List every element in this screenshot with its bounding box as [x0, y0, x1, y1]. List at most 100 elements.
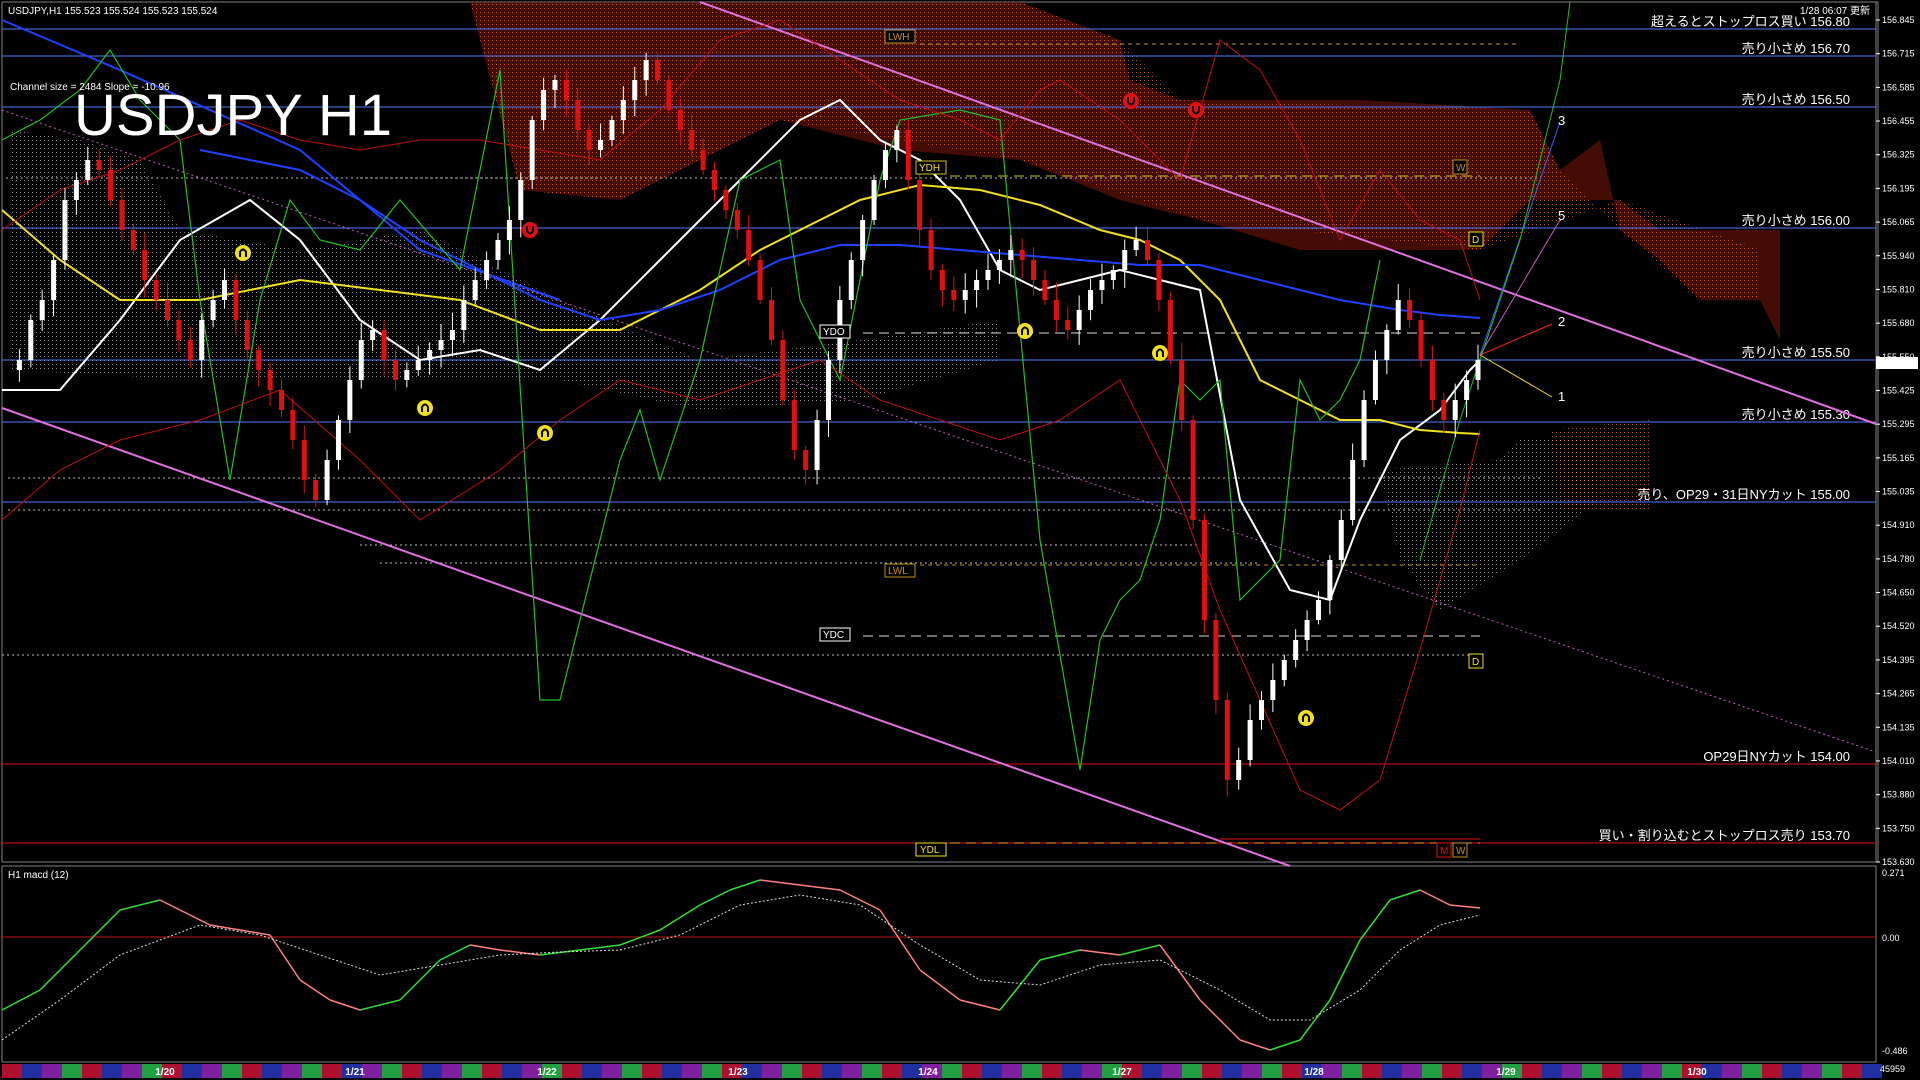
candle-body	[28, 320, 34, 360]
chart-canvas[interactable]: 超えるとストップロス買い 156.80売り小さめ 156.70売り小さめ 156…	[0, 0, 1920, 1080]
candle-body	[495, 240, 501, 260]
candle-body	[1076, 310, 1082, 330]
level-label: 買い・割り込むとストップロス売り 153.70	[1599, 828, 1850, 843]
candle-body	[1464, 380, 1470, 400]
w-tag-low: W	[1452, 842, 1468, 858]
date-segment	[862, 1064, 882, 1078]
candle-body	[814, 420, 820, 470]
date-segment	[1162, 1064, 1182, 1078]
date-segment	[1422, 1064, 1442, 1078]
candle-body	[1202, 520, 1208, 620]
page-title: USDJPY H1	[74, 83, 392, 148]
date-segment	[1282, 1064, 1302, 1078]
ydc-tag: YDC	[819, 627, 851, 642]
candle-body	[301, 440, 307, 480]
candle-body	[381, 330, 387, 360]
candle-body	[39, 300, 45, 320]
date-segment	[1782, 1064, 1802, 1078]
candle-body	[199, 320, 205, 360]
date-segment	[362, 1064, 382, 1078]
candle-body	[130, 230, 136, 250]
candle-body	[1213, 620, 1219, 700]
candle-body	[1099, 280, 1105, 290]
candle-body	[632, 80, 638, 100]
date-segment	[1382, 1064, 1402, 1078]
candle-body	[1304, 620, 1310, 640]
date-segment	[1362, 1064, 1382, 1078]
date-segment	[302, 1064, 322, 1078]
candle-body	[1008, 250, 1014, 260]
price-tick-label: 153.630	[1882, 857, 1915, 867]
candle-body	[165, 300, 171, 320]
candle-body	[757, 260, 763, 300]
candle-body	[1452, 400, 1458, 420]
candle-body	[461, 300, 467, 330]
candle-body	[108, 170, 114, 200]
lwh-tag: LWH	[884, 29, 916, 44]
date-segment	[402, 1064, 422, 1078]
level-label: 売り、OP29・31日NYカット 155.00	[1637, 487, 1850, 502]
candle-body	[620, 100, 626, 120]
price-tick-label: 154.135	[1882, 722, 1915, 732]
candle-body	[712, 170, 718, 190]
candle-body	[278, 390, 284, 410]
current-price-box: 155.524	[1876, 357, 1918, 369]
candle-body	[1088, 290, 1094, 310]
date-segment	[1522, 1064, 1542, 1078]
date-segment	[1242, 1064, 1262, 1078]
date-segment	[582, 1064, 602, 1078]
candle-body	[324, 460, 330, 500]
price-tick-label: 154.520	[1882, 621, 1915, 631]
price-tick-label: 156.715	[1882, 49, 1915, 59]
price-tick-label: 154.395	[1882, 655, 1915, 665]
macd-axis-top: 0.271	[1882, 868, 1905, 878]
date-segment	[1462, 1064, 1482, 1078]
date-segment	[442, 1064, 462, 1078]
candle-body	[552, 80, 558, 90]
date-segment	[482, 1064, 502, 1078]
price-tick-label: 156.065	[1882, 217, 1915, 227]
candle-body	[1190, 420, 1196, 520]
price-tick-label: 155.165	[1882, 453, 1915, 463]
svg-text:D: D	[1472, 657, 1479, 668]
date-segment	[762, 1064, 782, 1078]
date-segment	[822, 1064, 842, 1078]
candle-body	[506, 220, 512, 240]
date-segment	[1842, 1064, 1862, 1078]
level-label: OP29日NYカット 154.00	[1703, 749, 1850, 764]
date-segment	[622, 1064, 642, 1078]
level-label: 売り小さめ 155.50	[1742, 345, 1850, 360]
candle-body	[518, 180, 524, 220]
projection-label-1: 1	[1558, 389, 1565, 404]
date-segment	[102, 1064, 122, 1078]
date-segment	[1262, 1064, 1282, 1078]
candle-body	[1441, 400, 1447, 420]
date-label: 1/23	[728, 1067, 748, 1078]
candle-body	[187, 340, 193, 360]
candle-body	[1258, 700, 1264, 720]
date-segment	[1062, 1064, 1082, 1078]
lwl-tag: LWL	[884, 563, 916, 578]
candle-body	[233, 280, 239, 320]
price-tick-label: 154.010	[1882, 756, 1915, 766]
candle-body	[1167, 300, 1173, 360]
date-segment	[22, 1064, 42, 1078]
svg-text:W: W	[1456, 163, 1466, 174]
price-tick-label: 153.880	[1882, 790, 1915, 800]
candle-body	[404, 370, 410, 380]
candle-body	[347, 380, 353, 420]
candle-body	[1327, 560, 1333, 600]
candle-body	[655, 60, 661, 80]
date-segment	[222, 1064, 242, 1078]
candle-body	[791, 400, 797, 450]
candle-body	[1407, 300, 1413, 320]
candle-body	[951, 290, 957, 300]
date-label: 1/30	[1687, 1067, 1707, 1078]
candle-body	[905, 130, 911, 180]
up-arrow-marker	[1152, 345, 1168, 361]
candle-body	[1475, 360, 1481, 380]
date-segment	[842, 1064, 862, 1078]
price-tick-label: 154.780	[1882, 554, 1915, 564]
date-segment	[982, 1064, 1002, 1078]
svg-text:LWL: LWL	[888, 566, 908, 577]
